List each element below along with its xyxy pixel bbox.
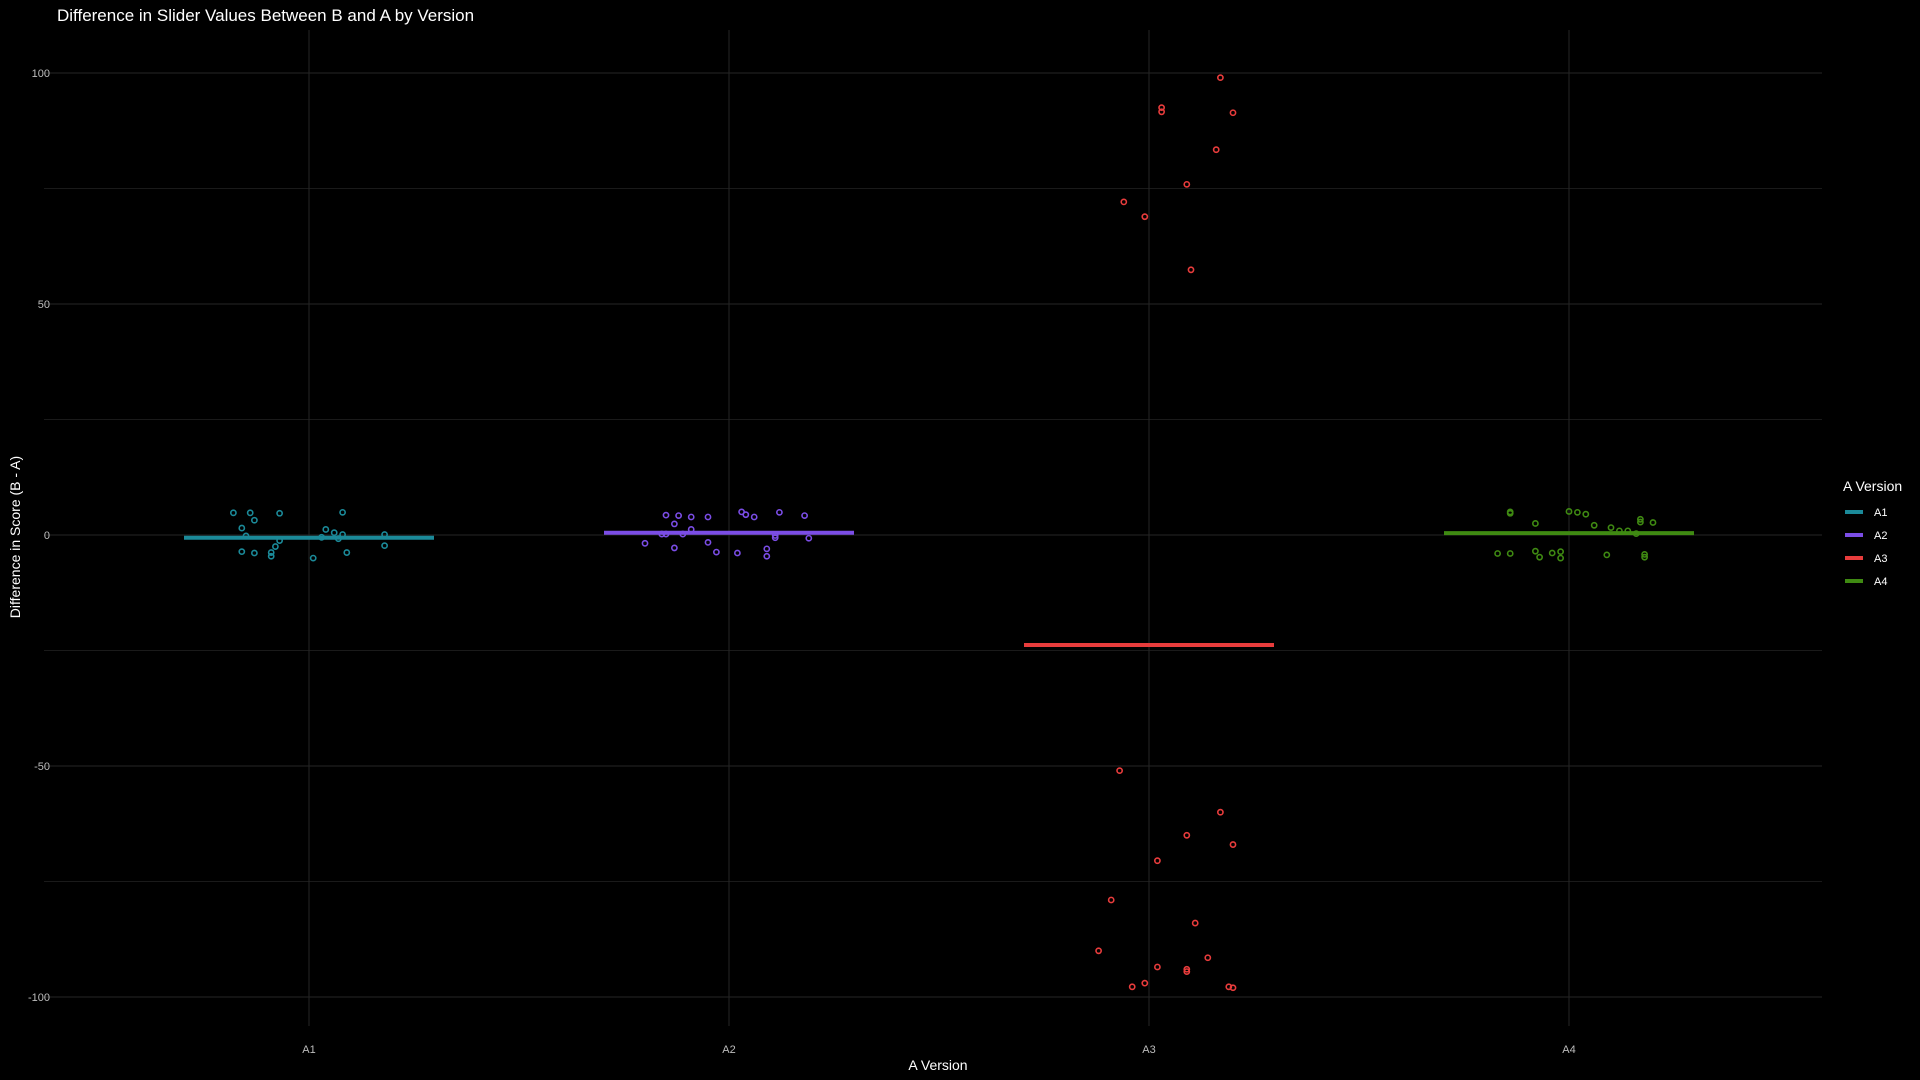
y-tick-label: 100 (32, 68, 50, 80)
legend-label: A4 (1874, 576, 1887, 588)
x-tick-label: A2 (722, 1044, 735, 1056)
y-axis-title: Difference in Score (B - A) (7, 456, 23, 618)
y-tick-label: -100 (28, 992, 50, 1004)
x-axis-title: A Version (908, 1057, 967, 1073)
y-tick-label: -50 (34, 761, 50, 773)
y-tick-label: 50 (38, 299, 50, 311)
chart: Difference in Slider Values Between B an… (0, 0, 1920, 1080)
legend-label: A1 (1874, 507, 1887, 519)
chart-title: Difference in Slider Values Between B an… (57, 6, 474, 25)
legend-title: A Version (1843, 478, 1902, 494)
y-tick-label: 0 (44, 530, 50, 542)
legend-label: A2 (1874, 530, 1887, 542)
x-tick-label: A3 (1142, 1044, 1155, 1056)
x-tick-label: A4 (1562, 1044, 1575, 1056)
legend-label: A3 (1874, 553, 1887, 565)
chart-background (0, 0, 1920, 1080)
x-tick-label: A1 (302, 1044, 315, 1056)
